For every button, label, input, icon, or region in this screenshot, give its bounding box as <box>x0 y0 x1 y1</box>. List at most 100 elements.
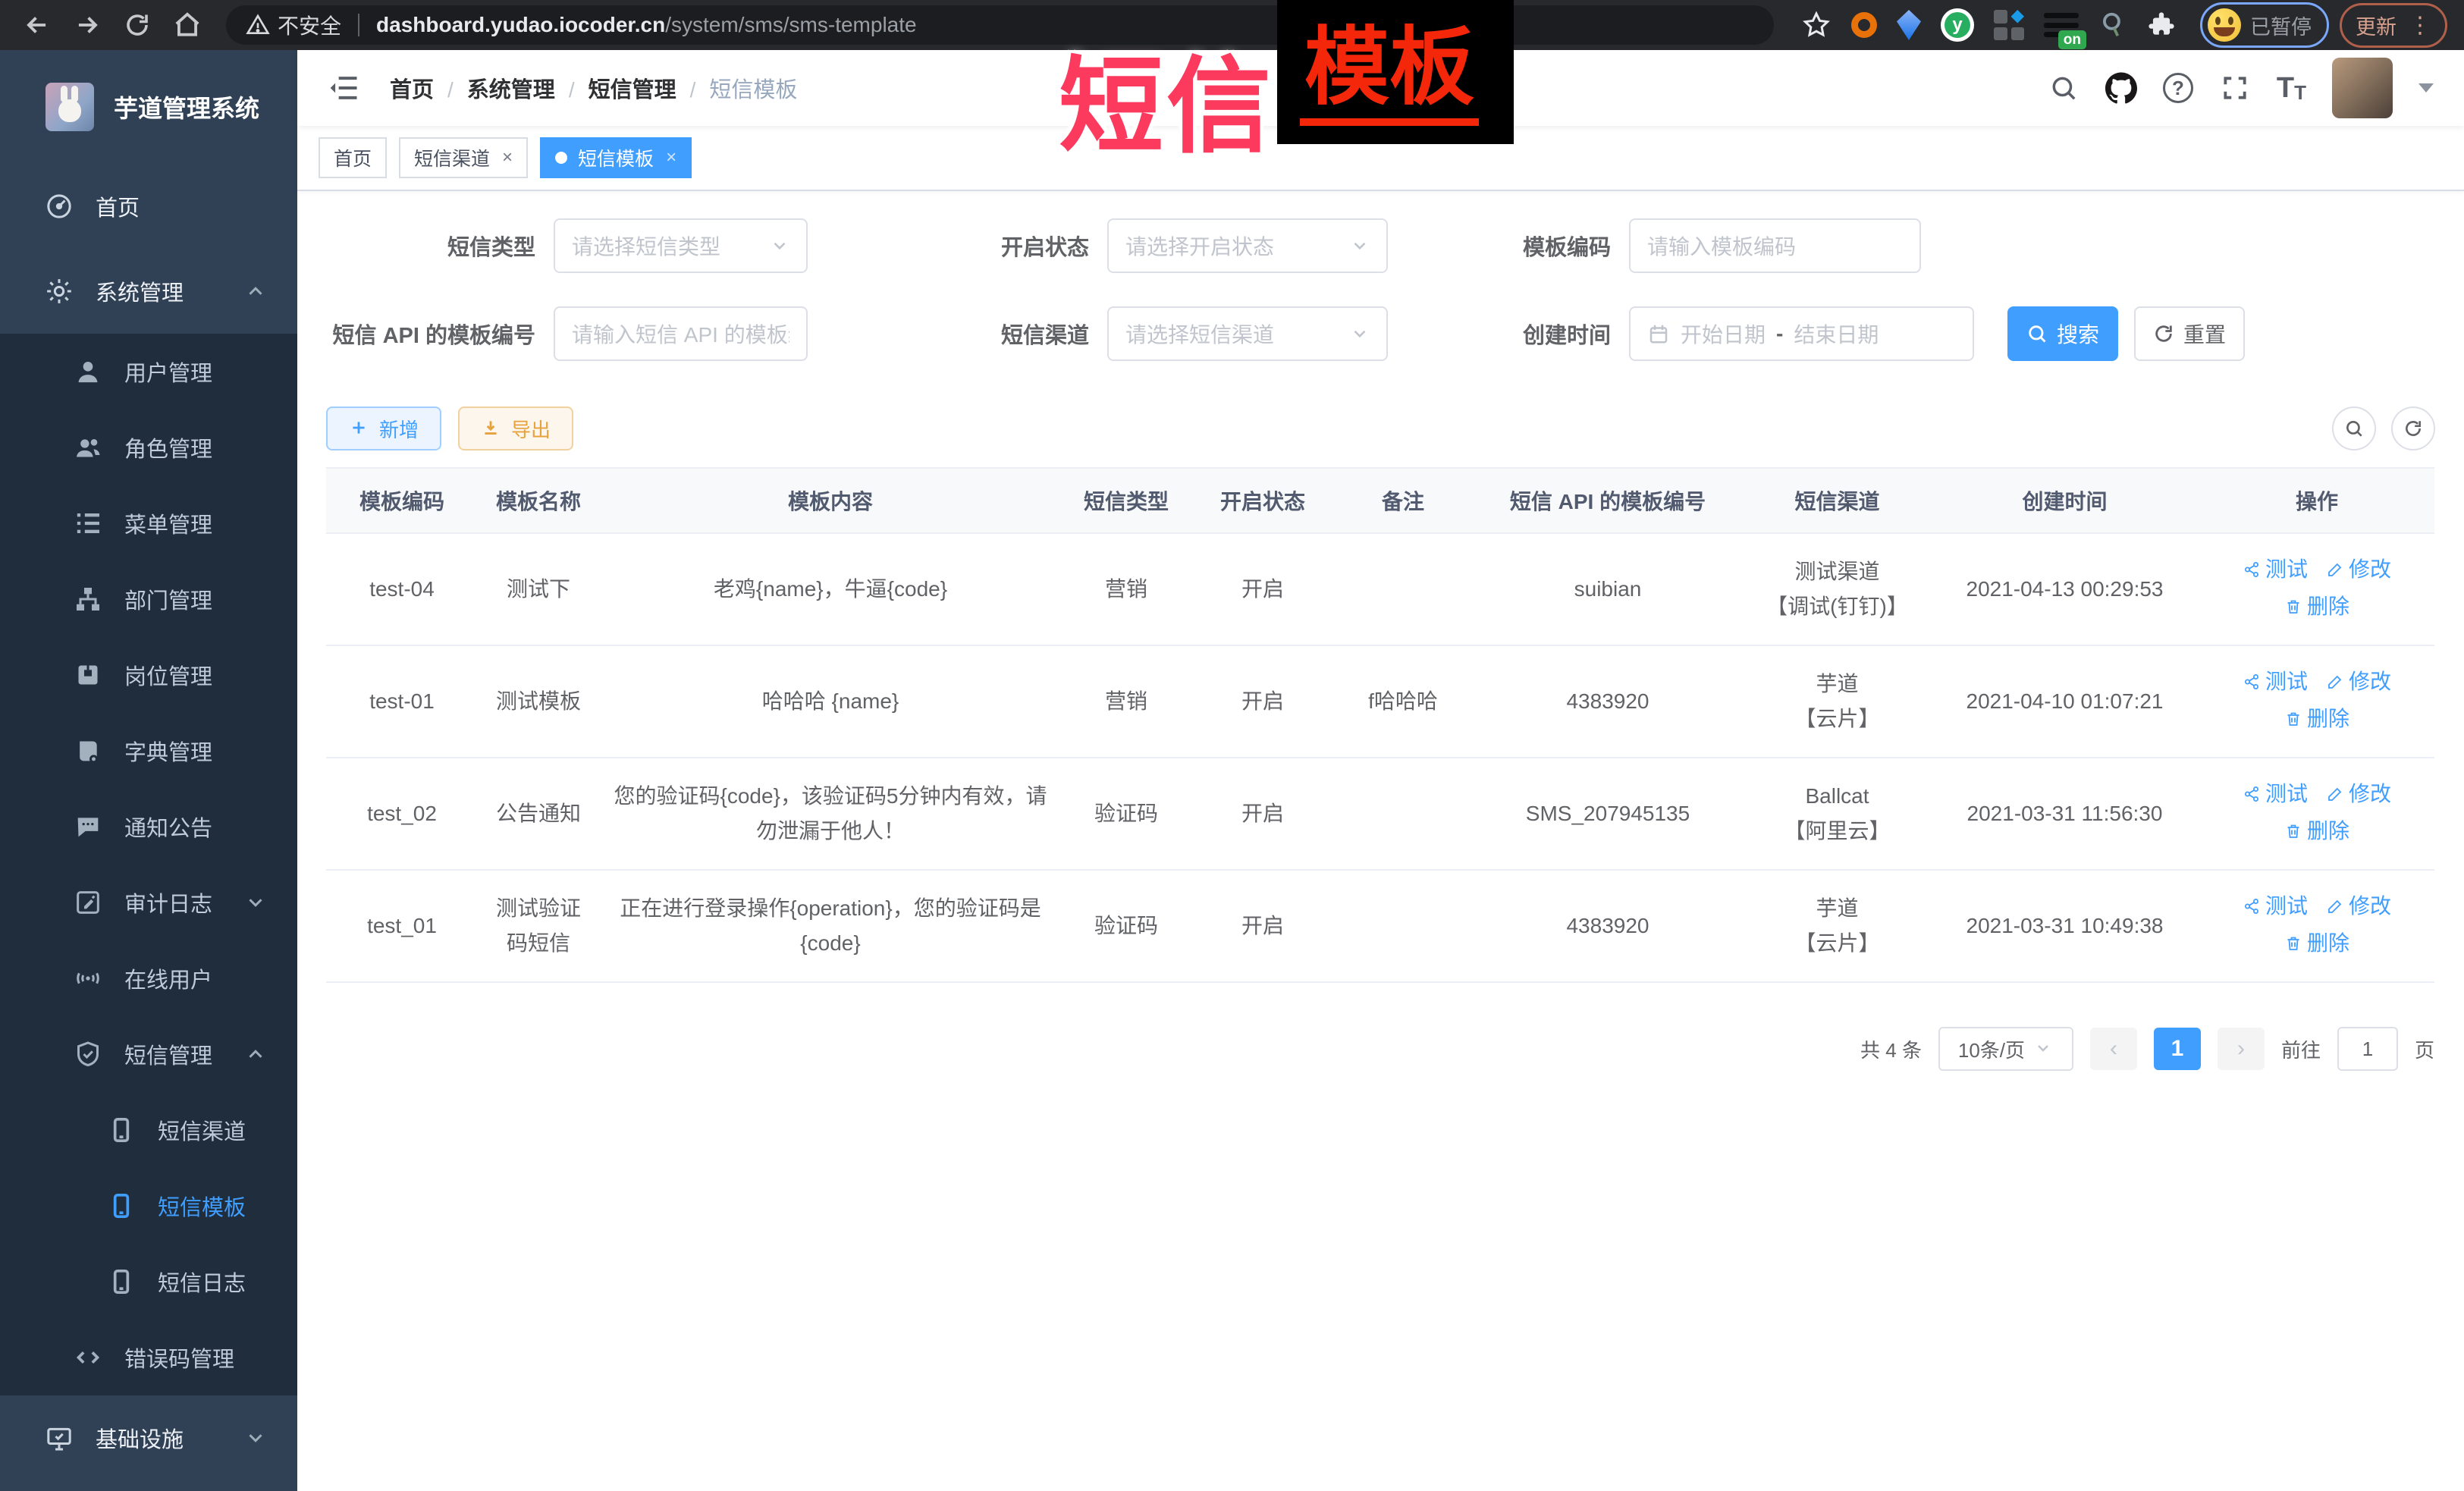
browser-menu-icon[interactable]: ⋮ <box>2409 12 2431 39</box>
forward-icon[interactable] <box>70 8 105 42</box>
browser-update-button[interactable]: 更新 ⋮ <box>2340 3 2447 48</box>
help-icon[interactable] <box>2163 73 2193 103</box>
status-select[interactable]: 请选择开启状态 <box>1107 218 1388 273</box>
column-header: 模板内容 <box>599 468 1062 533</box>
column-header: 模板名称 <box>478 468 599 533</box>
sidebar-item-sms-template[interactable]: 短信模板 <box>0 1168 297 1244</box>
action-test-link[interactable]: 测试 <box>2243 664 2308 699</box>
tag-sms-template[interactable]: 短信模板× <box>540 137 692 178</box>
sidebar-item-system-management[interactable]: 系统管理 <box>0 249 297 334</box>
address-bar[interactable]: 不安全 dashboard.yudao.iocoder.cn/system/sm… <box>226 5 1774 45</box>
action-label: 修改 <box>2349 889 2391 924</box>
toggle-search-button[interactable] <box>2332 406 2376 450</box>
extension-grid-icon[interactable] <box>1994 10 2024 40</box>
app-logo[interactable]: 芋道管理系统 <box>0 50 297 164</box>
tag-home[interactable]: 首页 <box>319 137 387 178</box>
breadcrumb-item[interactable]: 短信管理 <box>589 78 676 102</box>
current-page-button[interactable]: 1 <box>2154 1028 2201 1070</box>
fullscreen-icon[interactable] <box>2219 72 2251 104</box>
action-test-link[interactable]: 测试 <box>2243 777 2308 811</box>
avatar-caret-icon[interactable] <box>2418 83 2434 100</box>
reload-icon[interactable] <box>120 8 155 42</box>
cell-status: 开启 <box>1191 533 1335 645</box>
sidebar-item-error-code-management[interactable]: 错误码管理 <box>0 1320 297 1395</box>
cell-created-at: 2021-03-31 10:49:38 <box>1930 870 2199 982</box>
hamburger-icon[interactable] <box>328 71 361 105</box>
action-test-link[interactable]: 测试 <box>2243 552 2308 587</box>
date-separator: - <box>1776 322 1783 346</box>
sidebar-item-notice-announcement[interactable]: 通知公告 <box>0 789 297 865</box>
create-time-range-picker[interactable]: 开始日期 - 结束日期 <box>1629 306 1974 361</box>
action-edit-link[interactable]: 修改 <box>2326 552 2391 587</box>
search-button[interactable]: 搜索 <box>2007 306 2118 361</box>
action-edit-link[interactable]: 修改 <box>2326 664 2391 699</box>
sidebar-item-online-users[interactable]: 在线用户 <box>0 940 297 1016</box>
breadcrumb-item[interactable]: 系统管理 <box>467 78 555 102</box>
extension-donut-icon[interactable] <box>1851 12 1877 38</box>
field-template-code: 模板编码 请输入模板编码 <box>1411 218 1921 273</box>
sidebar-item-post-management[interactable]: 岗位管理 <box>0 637 297 713</box>
sidebar-item-home[interactable]: 首页 <box>0 164 297 249</box>
action-delete-link[interactable]: 删除 <box>2284 814 2349 849</box>
add-button[interactable]: 新增 <box>326 406 441 450</box>
extension-list-icon[interactable]: on <box>2044 11 2079 39</box>
api-template-id-input[interactable]: 请输入短信 API 的模板编 <box>554 306 808 361</box>
extension-monocle-icon[interactable] <box>2098 11 2127 39</box>
action-edit-link[interactable]: 修改 <box>2326 889 2391 924</box>
action-delete-link[interactable]: 删除 <box>2284 702 2349 736</box>
sidebar-item-audit-log[interactable]: 审计日志 <box>0 865 297 940</box>
bookmark-star-icon[interactable] <box>1801 10 1832 40</box>
browser-profile-chip[interactable]: 已暂停 <box>2200 2 2329 48</box>
sidebar-item-label: 审计日志 <box>124 887 212 918</box>
github-icon[interactable] <box>2105 72 2137 104</box>
extensions-puzzle-icon[interactable] <box>2147 11 2176 39</box>
action-test-link[interactable]: 测试 <box>2243 889 2308 924</box>
sidebar-item-menu-management[interactable]: 菜单管理 <box>0 485 297 561</box>
home-icon[interactable] <box>170 8 205 42</box>
page-size-select[interactable]: 10条/页 <box>1938 1027 2073 1071</box>
channel-line: 测试渠道 <box>1794 560 1879 583</box>
sidebar-item-dept-management[interactable]: 部门管理 <box>0 561 297 637</box>
sidebar-item-sms-channel[interactable]: 短信渠道 <box>0 1092 297 1168</box>
cell-template-code: test-01 <box>326 645 478 758</box>
tag-sms-channel[interactable]: 短信渠道× <box>399 137 528 178</box>
channel-line: Ballcat <box>1805 784 1869 808</box>
goto-page-input[interactable] <box>2337 1027 2398 1071</box>
export-button[interactable]: 导出 <box>458 406 573 450</box>
sidebar-item-label: 短信渠道 <box>158 1114 246 1146</box>
sidebar-item-role-management[interactable]: 角色管理 <box>0 410 297 485</box>
action-label: 删除 <box>2307 926 2349 961</box>
font-size-icon[interactable] <box>2277 72 2306 105</box>
user-avatar[interactable] <box>2332 58 2393 118</box>
cell-actions: 测试修改删除 <box>2199 645 2434 758</box>
back-icon[interactable] <box>20 8 55 42</box>
table-row: test-04测试下老鸡{name}，牛逼{code}营销开启suibian测试… <box>326 533 2434 645</box>
sms-channel-select[interactable]: 请选择短信渠道 <box>1107 306 1388 361</box>
search-icon[interactable] <box>2048 72 2079 104</box>
sidebar-item-label: 用户管理 <box>124 356 212 388</box>
cell-status: 开启 <box>1191 758 1335 870</box>
next-page-button[interactable]: › <box>2218 1028 2265 1070</box>
sidebar-item-dict-management[interactable]: 字典管理 <box>0 713 297 789</box>
cell-template-content: 您的验证码{code}，该验证码5分钟内有效，请勿泄漏于他人！ <box>599 758 1062 870</box>
close-icon[interactable]: × <box>666 147 676 168</box>
action-delete-link[interactable]: 删除 <box>2284 589 2349 624</box>
sidebar-item-infrastructure[interactable]: 基础设施 <box>0 1395 297 1480</box>
refresh-table-button[interactable] <box>2391 406 2435 450</box>
sms-type-select[interactable]: 请选择短信类型 <box>554 218 808 273</box>
sidebar-item-sms-log[interactable]: 短信日志 <box>0 1244 297 1320</box>
search-icon <box>2026 323 2048 344</box>
breadcrumb-item[interactable]: 首页 <box>390 78 434 102</box>
action-delete-link[interactable]: 删除 <box>2284 926 2349 961</box>
cell-api-template-id: SMS_207945135 <box>1471 758 1744 870</box>
template-code-input[interactable]: 请输入模板编码 <box>1629 218 1921 273</box>
prev-page-button[interactable]: ‹ <box>2090 1028 2137 1070</box>
extension-y-icon[interactable] <box>1941 8 1974 42</box>
close-icon[interactable]: × <box>502 147 513 168</box>
extension-kite-icon[interactable] <box>1897 10 1921 40</box>
sidebar-item-user-management[interactable]: 用户管理 <box>0 334 297 410</box>
reset-button[interactable]: 重置 <box>2134 306 2245 361</box>
table-header-row: 模板编码模板名称模板内容短信类型开启状态备注短信 API 的模板编号短信渠道创建… <box>326 468 2434 533</box>
sidebar-item-sms-management[interactable]: 短信管理 <box>0 1016 297 1092</box>
action-edit-link[interactable]: 修改 <box>2326 777 2391 811</box>
